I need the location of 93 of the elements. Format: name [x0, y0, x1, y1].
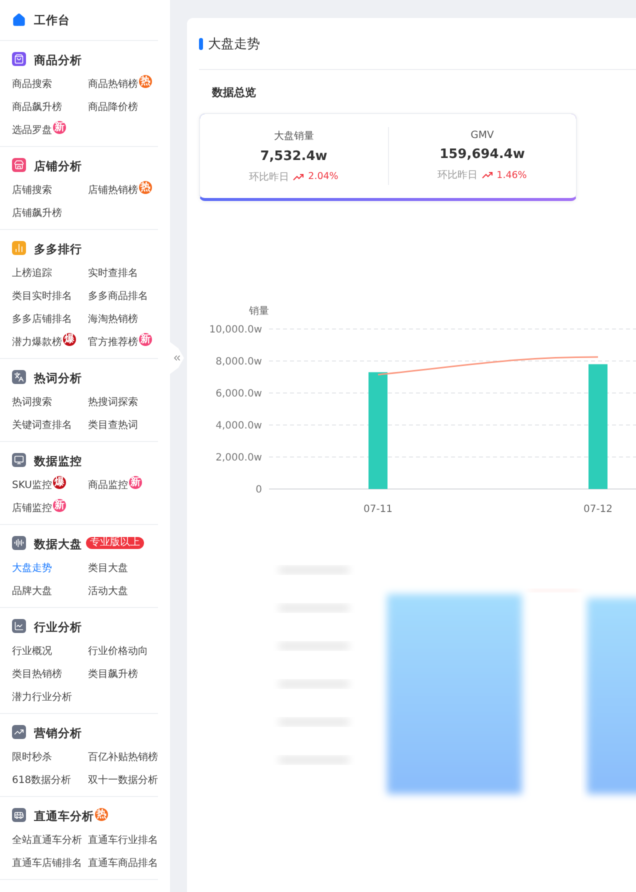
axis-label: 07-12	[583, 504, 613, 514]
menu-item[interactable]: 行业概况	[12, 646, 52, 657]
menu-item[interactable]: 限时秒杀	[12, 752, 52, 763]
boom-badge: 爆	[52, 476, 66, 488]
menu-item[interactable]: 上榜追踪	[12, 268, 52, 279]
trend-icon	[12, 724, 26, 738]
compare-label: 环比昨日	[438, 168, 478, 182]
store-icon	[12, 158, 26, 172]
section-title: 店铺分析	[34, 159, 82, 173]
section-title: 数据大盘	[34, 537, 82, 551]
stat-value: 7,532.4w	[260, 148, 328, 164]
menu-item[interactable]: 类目查热词	[88, 420, 138, 431]
menu-item[interactable]: 店铺监控	[12, 503, 52, 514]
menu-item[interactable]: 商品飙升榜	[12, 102, 62, 113]
axis-label: 0	[256, 484, 262, 496]
menu-item[interactable]: 潜力行业分析	[12, 692, 72, 703]
menu-item[interactable]: 热词搜索	[12, 397, 52, 408]
menu-item[interactable]: 618数据分析	[12, 775, 72, 786]
section-title: 营销分析	[34, 726, 82, 740]
new-badge: 新	[53, 120, 66, 134]
monitor-icon	[12, 452, 26, 466]
section-title: 热词分析	[34, 371, 82, 385]
translate-icon	[12, 370, 26, 384]
axis-label: 6,000.0w	[216, 388, 262, 400]
menu-item[interactable]: 潜力爆款榜	[12, 337, 62, 348]
menu-item[interactable]: 商品热销榜	[88, 79, 138, 90]
hot-badge: 热	[139, 180, 152, 194]
menu-item[interactable]: 行业价格动向	[88, 646, 148, 657]
menu-item[interactable]: 选品罗盘	[12, 125, 52, 136]
section-title: 商品分析	[34, 53, 82, 67]
axis-label: 4,000.0w	[216, 420, 262, 432]
change-value: 1.46%	[496, 170, 527, 180]
menu-item[interactable]: 直通车行业排名	[88, 835, 158, 846]
menu-item[interactable]: 关键词查排名	[12, 420, 72, 431]
menu-item[interactable]: 类目实时排名	[12, 291, 72, 302]
menu-item[interactable]: 活动大盘	[88, 586, 128, 597]
stat-label: 大盘销量	[274, 130, 314, 142]
menu-item[interactable]: 店铺搜索	[12, 185, 52, 196]
new-badge: 新	[139, 332, 152, 346]
hot-badge: 热	[95, 808, 108, 820]
hot-badge: 热	[139, 74, 152, 88]
axis-label: 2,000.0w	[216, 452, 262, 464]
menu-item[interactable]: 店铺热销榜	[88, 185, 138, 196]
menu-item[interactable]: 官方推荐榜	[88, 337, 138, 348]
section-title: 多多排行	[34, 242, 82, 256]
axis-label: 8,000.0w	[216, 356, 262, 368]
stat-value: 159,694.4w	[440, 147, 525, 162]
menu-item[interactable]: 全站直通车分析	[12, 835, 82, 846]
line-chart-icon	[12, 618, 26, 632]
title-marker	[199, 38, 203, 50]
menu-item[interactable]: 实时查排名	[88, 268, 138, 279]
menu-item[interactable]: 店铺飙升榜	[12, 208, 62, 219]
bar-chart-icon	[12, 240, 26, 254]
section-title: 直通车分析	[34, 809, 94, 823]
menu-item[interactable]: SKU监控	[12, 480, 52, 491]
section-title: 数据监控	[34, 454, 82, 468]
bus-icon	[12, 808, 26, 822]
new-badge: 新	[129, 476, 142, 488]
menu-item[interactable]: 直通车店铺排名	[12, 858, 82, 869]
home-icon	[12, 13, 26, 27]
menu-item[interactable]: 类目飙升榜	[88, 669, 138, 680]
menu-item[interactable]: 类目大盘	[88, 563, 128, 574]
stat-label: GMV	[470, 130, 494, 141]
menu-item[interactable]: 商品监控	[88, 480, 128, 491]
axis-label: 10,000.0w	[209, 324, 262, 336]
menu-item[interactable]: 品牌大盘	[12, 586, 52, 597]
menu-item[interactable]: 热搜词探索	[88, 397, 138, 408]
menu-item[interactable]: 双十一数据分析	[88, 775, 158, 786]
menu-item[interactable]: 百亿补贴热销榜	[88, 752, 158, 763]
menu-item[interactable]: 多多商品排名	[88, 291, 148, 302]
axis-title: 销量	[249, 306, 269, 317]
section-title: 数据总览	[210, 85, 257, 101]
menu-item[interactable]: 大盘走势	[12, 563, 52, 574]
home-link[interactable]: 工作台	[34, 12, 70, 28]
menu-item[interactable]: 类目热销榜	[12, 669, 62, 680]
new-badge: 新	[53, 498, 66, 512]
compare-label: 环比昨日	[249, 170, 290, 184]
change-value: 2.04%	[308, 171, 338, 182]
audio-bars-icon	[12, 536, 26, 550]
pro-badge: 专业版以上	[86, 536, 144, 548]
axis-label: 07-11	[363, 504, 393, 514]
trend-up-icon	[293, 172, 304, 180]
page-title: 大盘走势	[208, 36, 260, 52]
menu-item[interactable]: 多多店铺排名	[12, 314, 72, 325]
menu-item[interactable]: 海淘热销榜	[88, 314, 138, 325]
menu-item[interactable]: 商品降价榜	[88, 102, 138, 113]
trend-up-icon	[482, 171, 493, 179]
menu-item[interactable]: 商品搜索	[12, 79, 52, 90]
section-title: 行业分析	[34, 620, 82, 634]
chevrons-left-icon	[172, 353, 182, 363]
boom-badge: 爆	[63, 332, 76, 346]
bag-icon	[12, 52, 26, 66]
menu-item[interactable]: 直通车商品排名	[88, 858, 158, 869]
